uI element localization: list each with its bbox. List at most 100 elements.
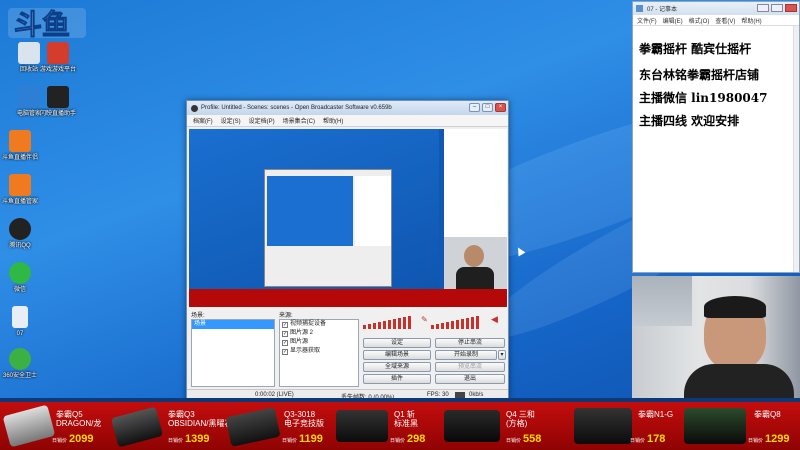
menu-help[interactable]: 帮助(H): [323, 116, 343, 125]
stop-stream-button[interactable]: 停止串流: [435, 338, 505, 348]
streamer-hair: [704, 296, 766, 318]
source-item-label: 图片源: [290, 339, 309, 345]
menu-format[interactable]: 格式(O): [689, 16, 710, 25]
checkbox[interactable]: ✓: [282, 330, 288, 337]
price-prefix: 日销价: [52, 438, 68, 444]
product-subname: OBSIDIAN/黑曜石: [168, 419, 233, 428]
obs-menubar: 档案(F) 设定(S) 设定档(P) 场景集合(C) 帮助(H): [187, 115, 508, 127]
menu-help[interactable]: 帮助(H): [741, 16, 761, 25]
obs-preview[interactable]: [189, 129, 507, 307]
preview-notepad: [444, 129, 507, 237]
arcade-stick-image: [336, 410, 388, 442]
settings-button[interactable]: 设定: [363, 338, 431, 348]
scene-item[interactable]: 场景: [192, 320, 274, 329]
notepad-titlebar[interactable]: 07 - 记事本: [633, 2, 799, 15]
product-card[interactable]: 拳霸Q8 日销价 1299: [682, 402, 800, 450]
qq-penguin-icon: [9, 218, 31, 240]
source-item[interactable]: ✓ 显示器获取: [280, 347, 358, 356]
product-name: Q1 斩: [394, 410, 415, 419]
desktop-icon-label: 腾讯QQ: [9, 243, 31, 249]
scenes-label: 场景:: [191, 313, 205, 319]
sources-list[interactable]: ✓ 视频捕捉设备 ✓ 图片源 2 ✓ 图片源 ✓ 显示器获取: [279, 319, 359, 387]
mic-volume-meter[interactable]: [363, 313, 419, 329]
product-card[interactable]: 拳霸Q3 OBSIDIAN/黑曜石 日销价 1399: [110, 402, 232, 450]
product-name: 拳霸Q5: [56, 410, 83, 419]
checkbox[interactable]: ✓: [282, 348, 288, 355]
notepad-line[interactable]: 拳霸摇杆 酷宾仕摇杆: [639, 40, 751, 57]
menu-scene-collection[interactable]: 场景集合(C): [283, 116, 315, 125]
plugins-button[interactable]: 插件: [363, 374, 431, 384]
mic-icon[interactable]: ✎: [421, 315, 428, 324]
desktop-icon-live-assistant[interactable]: 闪映直播助手: [33, 86, 83, 118]
douyu-logo: 斗鱼: [6, 4, 88, 42]
desktop-icon-text-file[interactable]: 07: [0, 306, 46, 338]
checkbox[interactable]: ✓: [282, 339, 288, 346]
menu-file[interactable]: 档案(F): [193, 116, 213, 125]
source-item[interactable]: ✓ 图片源 2: [280, 329, 358, 338]
notepad-line[interactable]: 东台林铭拳霸摇杆店铺: [639, 66, 759, 83]
product-card[interactable]: Q4 三和 (方格) 日销价 558: [440, 402, 566, 450]
obs-titlebar[interactable]: Profile: Untitled - Scenes: scenes - Ope…: [187, 101, 508, 115]
source-item[interactable]: ✓ 视频捕捉设备: [280, 320, 358, 329]
close-button[interactable]: ×: [495, 103, 506, 112]
menu-edit[interactable]: 编辑(E): [663, 16, 683, 25]
product-subname: 标准黑: [394, 419, 418, 428]
menu-profile[interactable]: 设定档(P): [249, 116, 275, 125]
minimize-button[interactable]: [757, 4, 769, 12]
desktop-icon-label: 微信: [13, 287, 26, 293]
maximize-button[interactable]: [771, 4, 783, 12]
live-assistant-icon: [47, 86, 69, 108]
speaker-icon[interactable]: ◀: [491, 314, 498, 325]
menu-settings[interactable]: 设定(S): [221, 116, 241, 125]
logo-text: 斗鱼: [14, 8, 70, 41]
sources-label: 来源:: [279, 313, 293, 319]
product-card[interactable]: 拳霸Q5 DRAGON/龙 日销价 2099: [0, 402, 114, 450]
notepad-line[interactable]: 主播微信 lin1980047: [639, 89, 767, 106]
menu-file[interactable]: 文件(F): [637, 16, 657, 25]
product-price: 1299: [765, 433, 790, 445]
price-prefix: 日销价: [390, 438, 406, 444]
global-sources-button[interactable]: 全域来源: [363, 362, 431, 372]
product-card[interactable]: Q3-3018 电子竞技版 日销价 1199: [225, 402, 332, 450]
source-item[interactable]: ✓ 图片源: [280, 338, 358, 347]
obs-window[interactable]: Profile: Untitled - Scenes: scenes - Ope…: [186, 100, 509, 402]
desktop-icon-game-platform[interactable]: 游戏游戏平台: [33, 42, 83, 74]
product-card[interactable]: 拳霸N1-G 日销价 178: [570, 402, 680, 450]
preview-banner: [189, 289, 507, 307]
scenes-list[interactable]: 场景: [191, 319, 275, 387]
notepad-title: 07 - 记事本: [647, 7, 678, 13]
desktop-icon-label: 斗鱼直播伴侣: [1, 155, 38, 161]
obs-window-title: Profile: Untitled - Scenes: scenes - Ope…: [201, 105, 392, 111]
close-button[interactable]: [785, 4, 797, 12]
notepad-icon: [636, 5, 643, 12]
streamer-body: [684, 364, 794, 400]
scrollbar[interactable]: [793, 26, 799, 272]
desktop-icon-qq[interactable]: 腾讯QQ: [0, 218, 46, 250]
menu-view[interactable]: 查看(V): [715, 16, 735, 25]
exit-button[interactable]: 退出: [435, 374, 505, 384]
desktop-icon-wechat[interactable]: 微信: [0, 262, 46, 294]
product-name: Q4 三和: [506, 410, 535, 419]
notepad-menubar: 文件(F) 编辑(E) 格式(O) 查看(V) 帮助(H): [633, 15, 799, 26]
source-item-label: 显示器获取: [290, 348, 321, 354]
preview-webcam: [444, 237, 507, 289]
notepad-line[interactable]: 主播四线 欢迎安排: [639, 112, 739, 129]
maximize-button[interactable]: □: [482, 103, 493, 112]
desktop-icon-label: 闪映直播助手: [39, 111, 76, 117]
product-card[interactable]: Q1 斩 标准黑 日销价 298: [332, 402, 436, 450]
notepad-window[interactable]: 07 - 记事本 文件(F) 编辑(E) 格式(O) 查看(V) 帮助(H) 拳…: [632, 1, 800, 273]
desktop-icon-douyu-manager[interactable]: 斗鱼直播管家: [0, 174, 46, 206]
checkbox[interactable]: ✓: [282, 321, 288, 328]
minimize-button[interactable]: –: [469, 103, 480, 112]
desktop-volume-meter[interactable]: [431, 313, 491, 329]
desktop-icon-douyu-companion[interactable]: 斗鱼直播伴侣: [0, 130, 46, 162]
desktop-icon-label: 360安全卫士: [2, 373, 37, 379]
desktop-icon-360[interactable]: 360安全卫士: [0, 348, 46, 380]
start-recording-button[interactable]: 开始录制: [435, 350, 497, 360]
preview-stream-button[interactable]: 预览串流: [435, 362, 505, 372]
recording-dropdown-chevron-icon[interactable]: ▾: [498, 350, 506, 360]
product-subname: DRAGON/龙: [56, 419, 102, 428]
product-name: 拳霸Q3: [168, 410, 195, 419]
edit-scene-button[interactable]: 编辑场景: [363, 350, 431, 360]
desktop-icon-label: 07: [16, 331, 24, 337]
